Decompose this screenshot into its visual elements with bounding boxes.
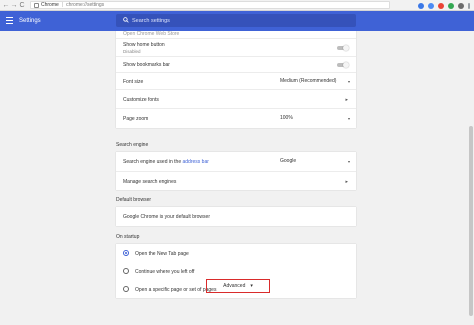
search-engine-select[interactable]: Google ▾ [280, 157, 350, 165]
advanced-highlight: Advanced ▾ [206, 279, 270, 293]
startup-option-label: Continue where you left off [135, 269, 195, 275]
startup-option-new-tab[interactable]: Open the New Tab page [116, 244, 356, 262]
radio-button[interactable] [123, 286, 129, 292]
show-home-button-label: Show home button [123, 42, 165, 48]
advanced-label: Advanced [223, 283, 246, 289]
on-startup-section-title: On startup [116, 234, 140, 240]
show-home-button-sublabel: Disabled [123, 49, 141, 54]
manage-search-engines-label: Manage search engines [123, 179, 177, 185]
manage-search-engines-row[interactable]: Manage search engines ▸ [116, 171, 356, 190]
search-engine-row: Search engine used in the address bar Go… [116, 152, 356, 171]
search-engine-label-text: Search engine used in the [123, 159, 182, 165]
page-zoom-label: Page zoom [123, 116, 149, 122]
appearance-card: Open Chrome Web Store Show home button D… [116, 31, 356, 128]
show-home-button-row[interactable]: Show home button Disabled [116, 38, 356, 56]
default-browser-section-title: Default browser [116, 197, 152, 203]
scrollbar-thumb[interactable] [469, 126, 473, 316]
address-bar-link[interactable]: address bar [183, 159, 209, 165]
customize-fonts-label: Customize fonts [123, 97, 159, 103]
search-engine-section-title: Search engine [116, 142, 149, 148]
url-separator: | [61, 2, 64, 8]
font-size-row: Font size Medium (Recommended) ▾ [116, 72, 356, 89]
chevron-right-icon: ▸ [345, 97, 348, 103]
extension-icon[interactable] [428, 2, 434, 9]
font-size-label: Font size [123, 79, 144, 85]
page-icon [34, 2, 39, 8]
extension-icons [418, 1, 470, 10]
default-browser-row: Google Chrome is your default browser [116, 207, 356, 226]
page-title: Settings [19, 18, 41, 24]
web-store-row[interactable]: Open Chrome Web Store [116, 31, 356, 38]
extension-icon[interactable] [458, 2, 464, 9]
page-zoom-value: 100% [280, 115, 293, 121]
web-store-label: Open Chrome Web Store [123, 31, 180, 37]
startup-option-label: Open the New Tab page [135, 251, 189, 257]
browser-toolbar: ← → C Chrome | chrome://settings [0, 0, 474, 11]
chevron-down-icon: ▾ [250, 283, 253, 289]
reload-icon: C [19, 1, 25, 9]
search-icon [123, 17, 129, 23]
show-bookmarks-bar-toggle[interactable] [337, 61, 349, 68]
url-text: chrome://settings [66, 2, 105, 8]
forward-arrow-icon: → [10, 1, 18, 9]
font-size-value: Medium (Recommended) [280, 78, 337, 84]
search-engine-value: Google [280, 158, 297, 164]
radio-button[interactable] [123, 268, 129, 274]
chevron-down-icon: ▾ [347, 115, 350, 121]
menu-icon[interactable] [468, 2, 470, 9]
startup-option-label: Open a specific page or set of pages [135, 287, 217, 293]
default-browser-card: Google Chrome is your default browser [116, 207, 356, 226]
radio-button-selected[interactable] [123, 250, 129, 256]
page-zoom-row: Page zoom 100% ▾ [116, 108, 356, 128]
back-arrow-icon: ← [2, 1, 10, 9]
startup-option-continue[interactable]: Continue where you left off [116, 262, 356, 280]
chevron-down-icon: ▾ [347, 78, 350, 84]
search-input[interactable] [132, 16, 342, 25]
extension-icon[interactable] [418, 2, 424, 9]
show-bookmarks-bar-row[interactable]: Show bookmarks bar [116, 56, 356, 72]
extension-icon[interactable] [448, 2, 454, 9]
site-name: Chrome [41, 2, 59, 8]
show-bookmarks-bar-label: Show bookmarks bar [123, 62, 170, 68]
address-bar[interactable]: Chrome | chrome://settings [30, 1, 390, 9]
advanced-button[interactable]: Advanced ▾ [223, 283, 253, 289]
customize-fonts-row[interactable]: Customize fonts ▸ [116, 89, 356, 108]
reload-button[interactable]: C [18, 1, 26, 10]
extension-icon[interactable] [438, 2, 444, 9]
font-size-select[interactable]: Medium (Recommended) ▾ [280, 77, 350, 85]
default-browser-status: Google Chrome is your default browser [123, 214, 210, 220]
search-engine-card: Search engine used in the address bar Go… [116, 152, 356, 190]
chevron-right-icon: ▸ [345, 179, 348, 185]
hamburger-menu-icon[interactable] [6, 17, 13, 24]
forward-button[interactable]: → [10, 1, 18, 10]
search-box[interactable] [116, 14, 356, 27]
back-button[interactable]: ← [2, 1, 10, 10]
chevron-down-icon: ▾ [347, 158, 350, 164]
page-zoom-select[interactable]: 100% ▾ [280, 114, 350, 122]
show-home-button-toggle[interactable] [337, 44, 349, 51]
search-engine-label: Search engine used in the address bar [123, 159, 209, 165]
